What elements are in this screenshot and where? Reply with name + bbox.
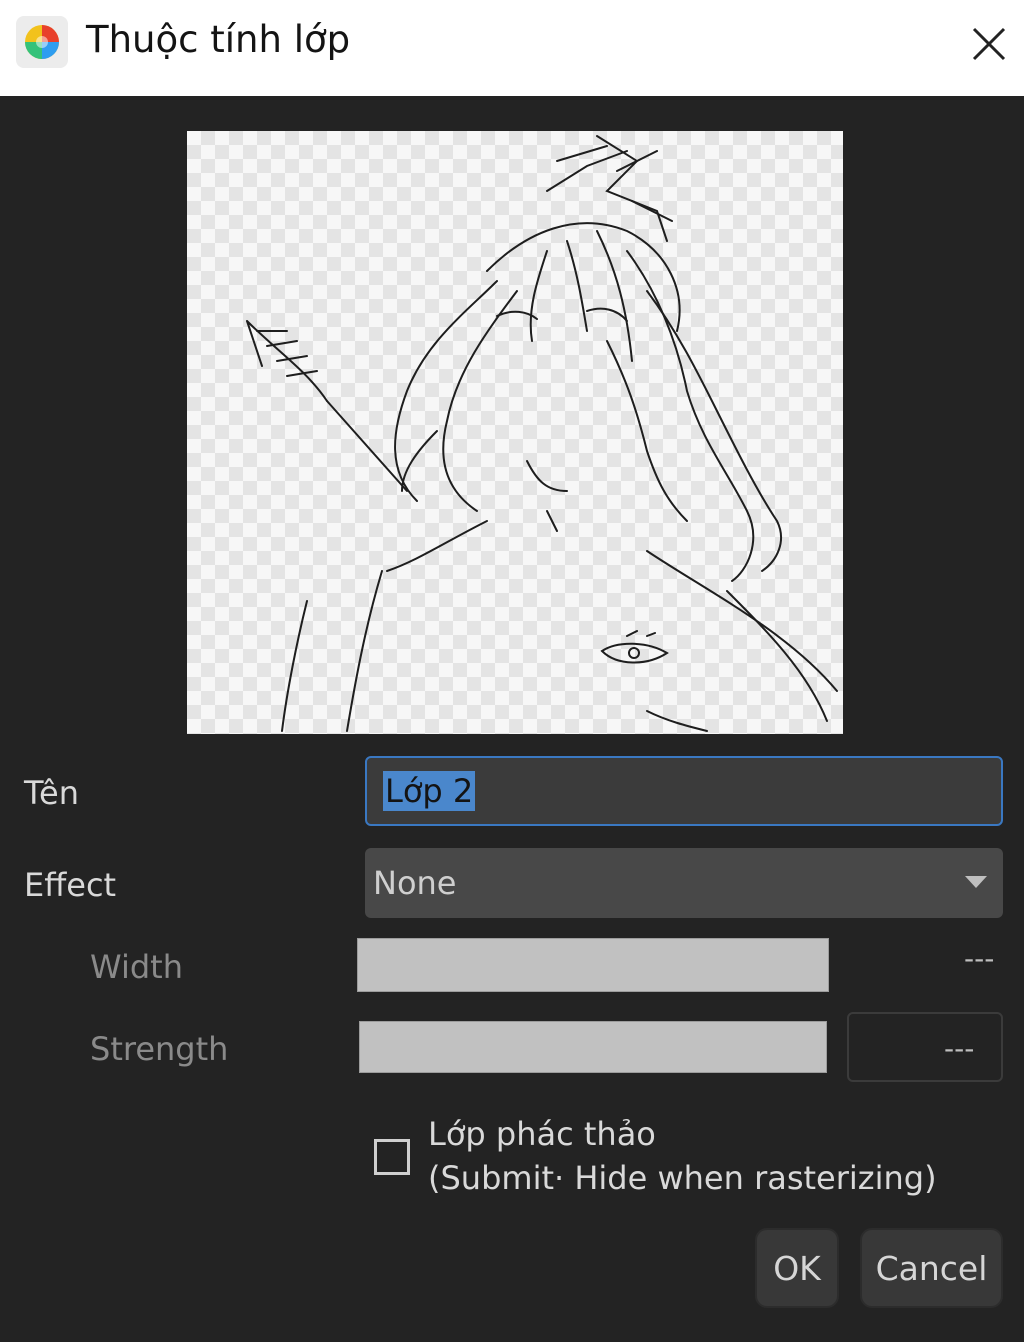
name-label: Tên bbox=[24, 774, 80, 812]
strength-value: --- bbox=[944, 1032, 975, 1065]
draft-layer-checkbox[interactable] bbox=[374, 1139, 410, 1175]
layer-preview bbox=[187, 131, 843, 734]
close-button[interactable] bbox=[962, 20, 1016, 68]
name-input[interactable]: Lớp 2 bbox=[365, 756, 1003, 826]
width-value: --- bbox=[964, 942, 995, 975]
width-slider[interactable] bbox=[357, 938, 829, 992]
title-bar: Thuộc tính lớp bbox=[0, 0, 1024, 96]
width-label: Width bbox=[90, 948, 183, 986]
ok-button[interactable]: OK bbox=[755, 1228, 839, 1308]
chevron-down-icon bbox=[965, 876, 987, 888]
effect-label: Effect bbox=[24, 866, 117, 904]
layer-preview-sketch bbox=[246, 135, 838, 732]
effect-select-value: None bbox=[373, 864, 457, 902]
color-wheel-icon bbox=[16, 16, 68, 68]
window-title: Thuộc tính lớp bbox=[86, 18, 351, 61]
strength-value-field[interactable] bbox=[847, 1012, 1003, 1082]
draft-layer-label-line2: (Submit· Hide when rasterizing) bbox=[428, 1159, 937, 1197]
draft-layer-label-line1: Lớp phác thảo bbox=[428, 1115, 656, 1153]
close-icon bbox=[972, 27, 1006, 61]
effect-select[interactable]: None bbox=[365, 848, 1003, 918]
draft-layer-label: Lớp phác thảo (Submit· Hide when rasteri… bbox=[428, 1112, 937, 1200]
cancel-button[interactable]: Cancel bbox=[860, 1228, 1003, 1308]
name-input-value: Lớp 2 bbox=[383, 771, 476, 811]
strength-slider[interactable] bbox=[359, 1021, 827, 1073]
strength-label: Strength bbox=[90, 1030, 229, 1068]
